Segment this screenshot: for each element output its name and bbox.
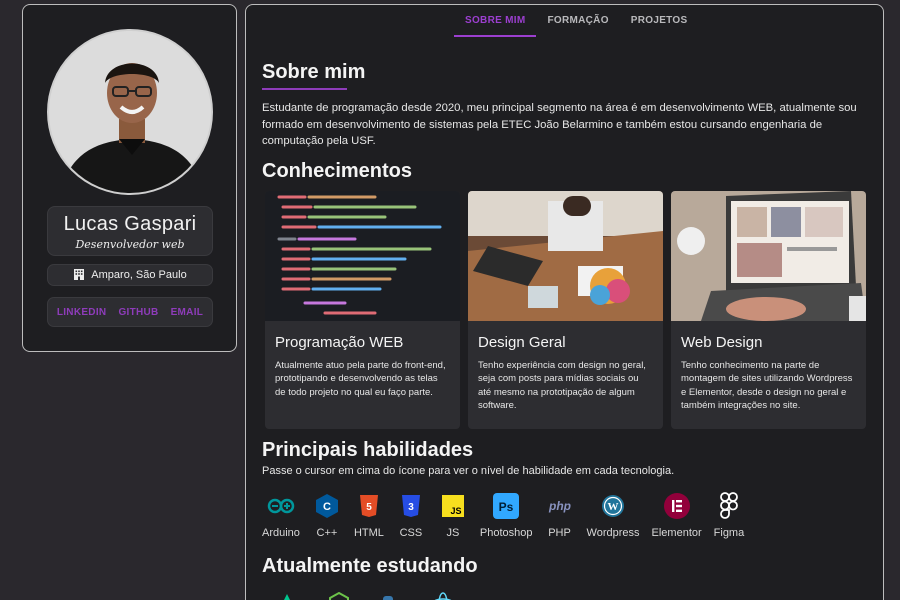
skill-label: HTML <box>353 526 384 539</box>
skill-photoshop[interactable]: Ps Photoshop <box>480 491 533 539</box>
card-web-design: Web Design Tenho conhecimento na parte d… <box>671 190 866 429</box>
svg-text:W: W <box>608 501 619 513</box>
typescript-icon[interactable] <box>484 592 506 600</box>
skill-label: C++ <box>316 526 338 539</box>
knowledge-title: Conhecimentos <box>262 159 413 182</box>
skill-arduino[interactable]: Arduino <box>262 491 300 539</box>
card-text: Tenho experiência com design no geral, s… <box>478 359 646 412</box>
skill-label: CSS <box>399 526 423 539</box>
nuxt-icon[interactable] <box>276 592 298 600</box>
elementor-icon[interactable] <box>662 491 692 521</box>
name-card: Lucas Gaspari Desenvolvedor web <box>47 206 213 256</box>
skill-label: Wordpress <box>586 526 640 539</box>
about-text: Estudante de programação desde 2020, meu… <box>262 102 857 147</box>
content: Sobre mim Estudante de programação desde… <box>262 61 868 600</box>
skill-html[interactable]: 5 HTML <box>354 491 384 539</box>
profile-name: Lucas Gaspari <box>63 213 197 235</box>
skills-list: Arduino C C++ 5 HTML 3 CSS JS JS Ps Phot… <box>262 491 868 539</box>
svg-text:php: php <box>548 499 571 513</box>
skill-label: JS <box>446 526 460 539</box>
css-icon[interactable]: 3 <box>396 491 426 521</box>
location-card: Amparo, São Paulo <box>47 264 213 286</box>
main-panel: SOBRE MIM FORMAÇÃO PROJETOS Sobre mim Es… <box>245 4 884 600</box>
building-icon <box>73 268 85 283</box>
svg-text:JS: JS <box>450 506 461 516</box>
skill-label: Arduino <box>262 526 300 539</box>
react-icon[interactable] <box>432 591 454 600</box>
skill-label: PHP <box>548 526 571 539</box>
social-links: LINKEDIN GITHUB EMAIL <box>47 297 213 327</box>
tab-formacao[interactable]: FORMAÇÃO <box>536 5 619 37</box>
wordpress-icon[interactable]: W <box>598 491 628 521</box>
nav-tabs: SOBRE MIM FORMAÇÃO PROJETOS <box>454 5 698 39</box>
linkedin-link[interactable]: LINKEDIN <box>57 307 107 318</box>
skill-php[interactable]: php PHP <box>545 491 575 539</box>
email-link[interactable]: EMAIL <box>171 307 204 318</box>
card-text: Atualmente atuo pela parte do front-end,… <box>275 359 446 398</box>
github-link[interactable]: GITHUB <box>118 307 158 318</box>
skill-elementor[interactable]: Elementor <box>652 491 702 539</box>
card-title: Web Design <box>681 333 763 351</box>
svg-text:3: 3 <box>408 502 414 513</box>
title-underline <box>262 88 347 90</box>
photoshop-icon[interactable]: Ps <box>491 491 521 521</box>
profile-sidebar: Lucas Gaspari Desenvolvedor web Amparo, … <box>22 4 237 352</box>
skill-js[interactable]: JS JS <box>438 491 468 539</box>
tab-sobre-mim[interactable]: SOBRE MIM <box>454 5 537 37</box>
skill-wordpress[interactable]: W Wordpress <box>587 491 640 539</box>
card-title: Design Geral <box>478 333 566 351</box>
skill-css[interactable]: 3 CSS <box>396 491 426 539</box>
skill-label: Photoshop <box>479 526 533 539</box>
design-image <box>468 190 663 321</box>
skill-label: Elementor <box>651 526 702 539</box>
skill-label: Figma <box>713 526 745 539</box>
svg-text:Ps: Ps <box>499 500 514 514</box>
svg-text:C: C <box>323 501 331 513</box>
card-design-geral: Design Geral Tenho experiência com desig… <box>468 190 663 429</box>
card-programacao-web: Programação WEB Atualmente atuo pela par… <box>265 190 460 429</box>
knowledge-cards: Programação WEB Atualmente atuo pela par… <box>265 190 868 429</box>
html-icon[interactable]: 5 <box>354 491 384 521</box>
tab-projetos[interactable]: PROJETOS <box>620 5 699 37</box>
card-title: Programação WEB <box>275 333 404 351</box>
skills-hint: Passe o cursor em cima do ícone para ver… <box>262 464 675 477</box>
code-image <box>265 190 460 321</box>
figma-icon[interactable] <box>714 491 744 521</box>
arduino-icon[interactable] <box>266 491 296 521</box>
webdesign-image <box>671 190 866 321</box>
studying-title: Atualmente estudando <box>262 554 478 577</box>
card-text: Tenho conhecimento na parte de montagem … <box>681 359 853 412</box>
avatar <box>47 29 213 195</box>
nodejs-icon[interactable] <box>328 591 350 600</box>
about-title: Sobre mim <box>262 61 366 83</box>
studying-icons <box>276 591 868 600</box>
js-icon[interactable]: JS <box>438 491 468 521</box>
skills-title: Principais habilidades <box>262 438 474 461</box>
cpp-icon[interactable]: C <box>312 491 342 521</box>
profile-role: Desenvolvedor web <box>75 238 185 251</box>
skill-cpp[interactable]: C C++ <box>312 491 342 539</box>
location-text: Amparo, São Paulo <box>91 269 187 281</box>
python-icon[interactable] <box>380 592 402 600</box>
skill-figma[interactable]: Figma <box>713 491 745 539</box>
php-icon[interactable]: php <box>545 491 575 521</box>
svg-text:5: 5 <box>366 502 372 513</box>
